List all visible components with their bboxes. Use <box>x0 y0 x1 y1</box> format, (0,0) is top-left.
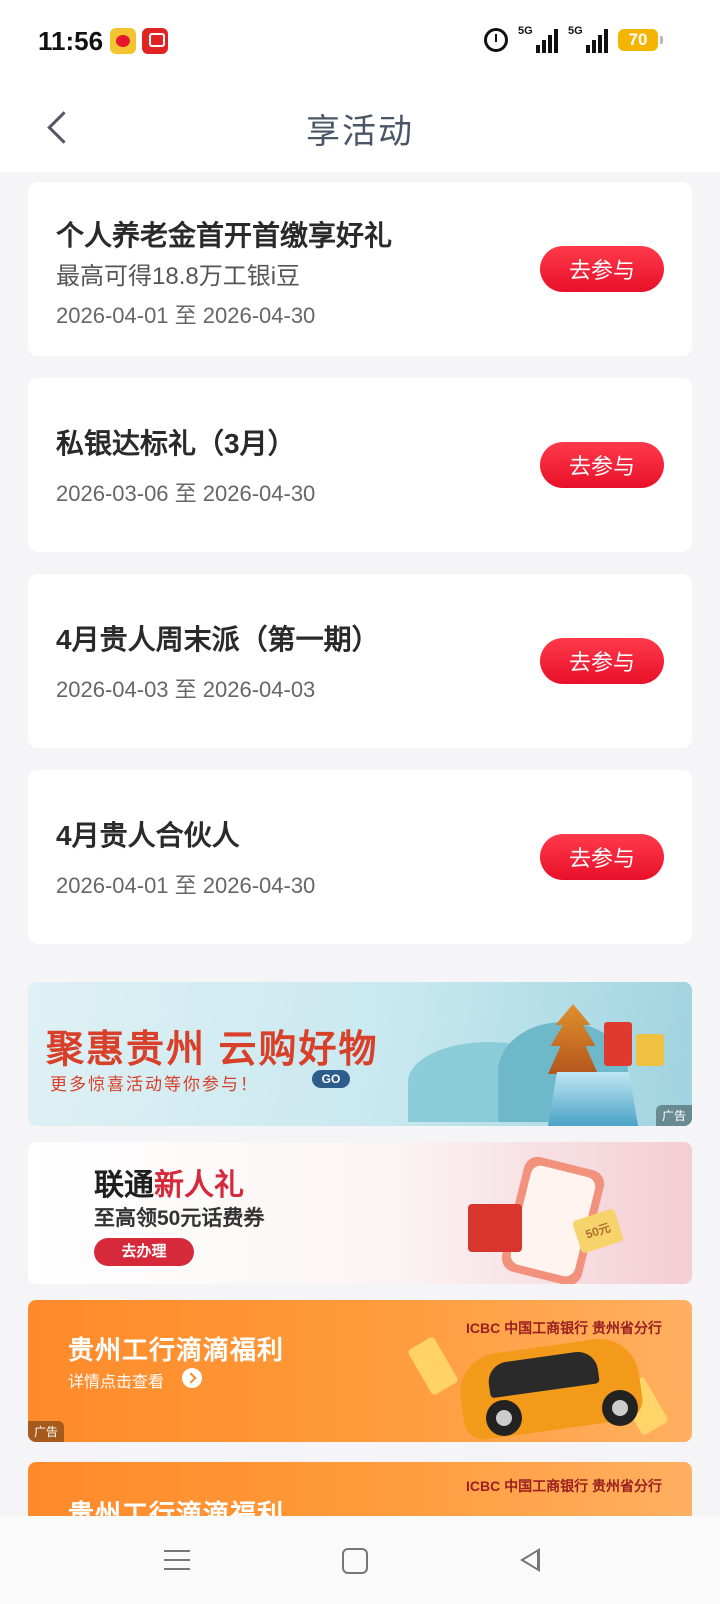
status-indicators: 5G 5G 70 <box>484 24 663 56</box>
gift-box-graphic <box>468 1204 522 1252</box>
system-nav-bar <box>0 1516 720 1604</box>
icbc-logo: ICBC 中国工商银行 贵州省分行 <box>466 1478 662 1494</box>
banner-title: 贵州工行滴滴福利 <box>68 1335 285 1365</box>
icbc-logo: ICBC 中国工商银行 贵州省分行 <box>466 1320 662 1336</box>
waterfall-graphic <box>548 1072 638 1126</box>
page-title: 享活动 <box>306 113 414 151</box>
banner-title-brand: 联通 <box>94 1169 154 1202</box>
banner-headline: 聚惠贵州 云购好物 <box>46 1029 379 1071</box>
signal-icon-2: 5G <box>568 25 608 53</box>
activity-date: 2026-04-01 至 2026-04-30 <box>56 303 316 328</box>
banner-title: 联通新人礼 <box>94 1160 244 1204</box>
banner-subtitle: 至高领50元话费券 <box>94 1207 265 1230</box>
alarm-icon <box>484 28 508 52</box>
ad-badge: 广告 <box>28 1421 65 1442</box>
join-button[interactable]: 去参与 <box>540 442 664 488</box>
page-header: 享活动 <box>0 84 720 172</box>
activity-title: 4月贵人合伙人 <box>56 820 240 851</box>
guizhou-promo-banner[interactable]: 聚惠贵州 云购好物 更多惊喜活动等你参与！ GO 广告 <box>28 982 692 1126</box>
pagoda-graphic <box>548 1004 598 1074</box>
wheel-graphic <box>486 1400 522 1436</box>
activity-subtitle: 最高可得18.8万工银i豆 <box>56 263 301 290</box>
banner-subtitle: 详情点击查看 <box>68 1374 165 1391</box>
activity-date: 2026-04-01 至 2026-04-30 <box>56 873 316 898</box>
activity-title: 4月贵人周末派（第一期） <box>56 624 380 655</box>
activity-title: 个人养老金首开首缴享好礼 <box>56 220 393 251</box>
banner-title: 贵州工行滴滴福利 <box>68 1499 285 1516</box>
news-app-icon <box>142 28 168 54</box>
handle-button[interactable]: 去办理 <box>94 1238 194 1266</box>
activity-card[interactable]: 私银达标礼（3月） 2026-03-06 至 2026-04-30 去参与 <box>28 378 692 552</box>
home-icon[interactable] <box>342 1548 368 1574</box>
activity-date: 2026-04-03 至 2026-04-03 <box>56 677 316 702</box>
icbc-didi-banner[interactable]: ICBC 中国工商银行 贵州省分行 贵州工行滴滴福利 详情点击查看 广告 <box>28 1300 692 1442</box>
banner-subline: 更多惊喜活动等你参与！ <box>50 1075 259 1094</box>
battery-icon: 70 <box>618 29 663 51</box>
product-graphic <box>604 1022 632 1066</box>
weibo-icon <box>110 28 136 54</box>
ad-badge: 广告 <box>655 1105 692 1126</box>
product-graphic <box>636 1034 664 1066</box>
ticket-graphic <box>407 1335 459 1397</box>
status-bar: 11:56 5G 5G 70 <box>0 0 720 84</box>
join-button[interactable]: 去参与 <box>540 638 664 684</box>
activity-date: 2026-03-06 至 2026-04-30 <box>56 481 316 506</box>
signal-label-1: 5G <box>518 25 533 37</box>
activity-card[interactable]: 4月贵人周末派（第一期） 2026-04-03 至 2026-04-03 去参与 <box>28 574 692 748</box>
unicom-promo-banner[interactable]: 联通新人礼 至高领50元话费券 去办理 50元 <box>28 1142 692 1284</box>
status-time: 11:56 <box>38 26 104 56</box>
activity-title: 私银达标礼（3月） <box>56 428 296 459</box>
join-button[interactable]: 去参与 <box>540 246 664 292</box>
banner-title-highlight: 新人礼 <box>154 1169 244 1202</box>
back-triangle-icon[interactable] <box>520 1546 548 1574</box>
icbc-didi-banner-2[interactable]: ICBC 中国工商银行 贵州省分行 贵州工行滴滴福利 <box>28 1462 692 1516</box>
signal-label-2: 5G <box>568 25 583 37</box>
activity-card[interactable]: 4月贵人合伙人 2026-04-01 至 2026-04-30 去参与 <box>28 770 692 944</box>
signal-icon-1: 5G <box>518 25 558 53</box>
menu-icon[interactable] <box>164 1546 192 1574</box>
join-button[interactable]: 去参与 <box>540 834 664 880</box>
activity-card[interactable]: 个人养老金首开首缴享好礼 最高可得18.8万工银i豆 2026-04-01 至 … <box>28 182 692 356</box>
go-button[interactable]: GO <box>312 1070 350 1088</box>
wheel-graphic <box>602 1390 638 1426</box>
arrow-right-icon[interactable] <box>182 1368 202 1388</box>
